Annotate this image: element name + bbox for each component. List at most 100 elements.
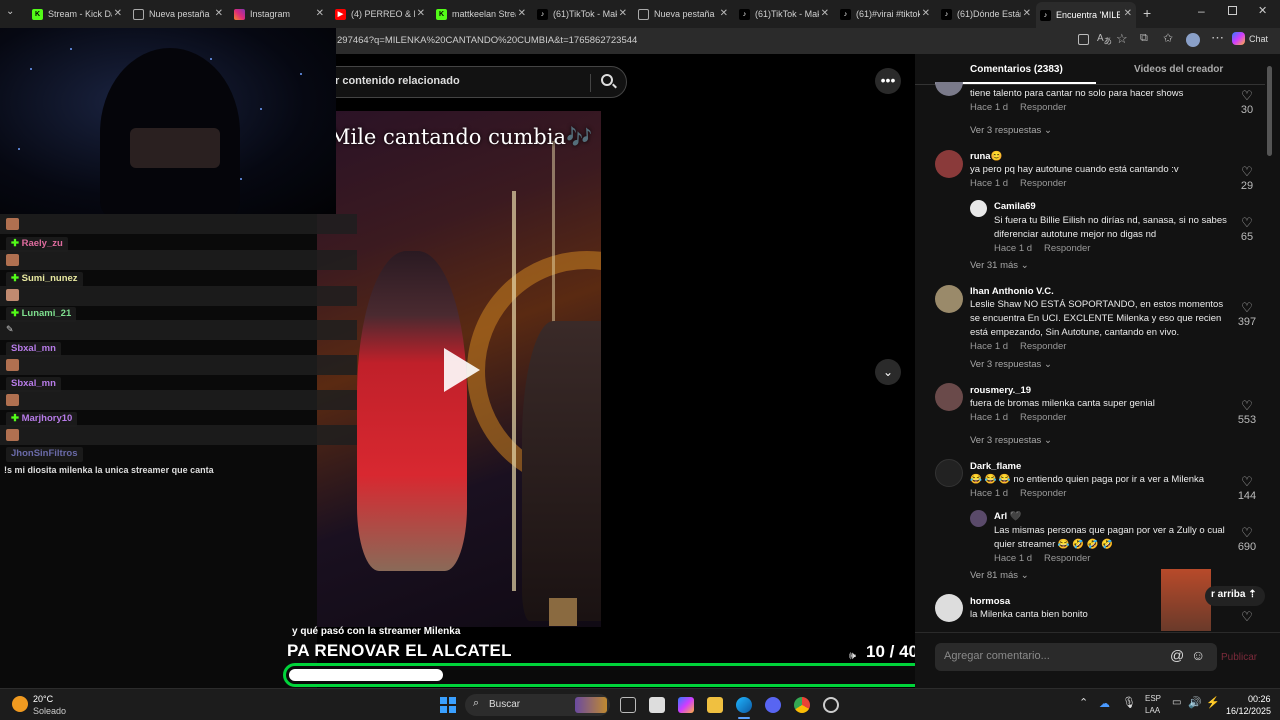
- avatar[interactable]: [970, 200, 987, 217]
- comment-author[interactable]: runa😊: [970, 151, 1002, 162]
- close-icon[interactable]: ✕: [1124, 8, 1132, 19]
- view-replies-button[interactable]: Ver 3 respuestas ⌄: [970, 125, 1052, 136]
- avatar[interactable]: [970, 510, 987, 527]
- reply-button[interactable]: Responder: [1020, 412, 1066, 423]
- close-window-button[interactable]: ✕: [1258, 4, 1267, 17]
- reply-button[interactable]: Responder: [1020, 341, 1066, 352]
- tab-4[interactable]: K mattkeelan Stream ✕: [436, 4, 526, 24]
- chrome-icon[interactable]: [794, 697, 810, 713]
- battery-icon[interactable]: ⚡: [1206, 696, 1220, 709]
- copilot-icon[interactable]: [678, 697, 694, 713]
- taskbar-search[interactable]: ⌕ Buscar: [465, 694, 610, 716]
- extensions-icon[interactable]: ⧉: [1140, 32, 1148, 45]
- tab-5[interactable]: ♪ (61)TikTok - Make ✕: [537, 4, 627, 24]
- tab-10-active[interactable]: ♪ Encuentra 'MILENKA ✕: [1036, 2, 1136, 28]
- avatar[interactable]: [935, 285, 963, 313]
- view-replies-button[interactable]: Ver 3 respuestas ⌄: [970, 435, 1052, 446]
- mention-icon[interactable]: @: [1170, 647, 1184, 663]
- like-button[interactable]: ♡: [1232, 610, 1262, 623]
- play-icon[interactable]: [444, 348, 480, 392]
- close-icon[interactable]: ✕: [518, 8, 526, 19]
- comment-input[interactable]: Agregar comentario... @ ☺: [935, 643, 1217, 671]
- chat-user[interactable]: JhonSinFiltros: [6, 447, 83, 462]
- volume-icon[interactable]: 🔊: [1188, 696, 1202, 709]
- comment-author[interactable]: Camila69: [994, 201, 1036, 212]
- clock-time[interactable]: 00:26: [1248, 694, 1271, 704]
- avatar[interactable]: [935, 150, 963, 178]
- new-tab-button[interactable]: +: [1143, 5, 1151, 21]
- more-menu-icon[interactable]: ⋯: [1211, 30, 1224, 46]
- onedrive-icon[interactable]: ☁: [1099, 697, 1110, 710]
- publish-button[interactable]: Publicar: [1221, 652, 1257, 663]
- scroll-to-top-button[interactable]: r arriba ⇡: [1205, 586, 1265, 606]
- comment-author[interactable]: Arl 🖤: [994, 511, 1022, 522]
- close-icon[interactable]: ✕: [821, 8, 829, 19]
- start-icon[interactable]: [440, 697, 456, 713]
- weather-icon[interactable]: [12, 696, 28, 712]
- like-button[interactable]: ♡ 397: [1232, 301, 1262, 328]
- more-options-button[interactable]: •••: [875, 68, 901, 94]
- reply-button[interactable]: Responder: [1020, 488, 1066, 499]
- translate-icon[interactable]: Aあ: [1097, 33, 1112, 47]
- avatar[interactable]: [935, 383, 963, 411]
- tab-6[interactable]: Nueva pestaña ✕: [638, 4, 728, 24]
- store-icon[interactable]: [649, 697, 665, 713]
- tab-9[interactable]: ♪ (61)Dónde Están ✕: [941, 4, 1031, 24]
- lang-1[interactable]: ESP: [1145, 694, 1161, 703]
- close-icon[interactable]: ✕: [922, 8, 930, 19]
- display-icon[interactable]: ▭: [1172, 697, 1181, 708]
- close-icon[interactable]: ✕: [619, 8, 627, 19]
- profile-avatar[interactable]: [1186, 33, 1200, 47]
- emoji-icon[interactable]: ☺: [1191, 647, 1205, 663]
- progress-bar[interactable]: [283, 663, 935, 687]
- mic-icon[interactable]: 🎙: [1122, 696, 1136, 709]
- tab-comments[interactable]: Comentarios (2383): [970, 64, 1063, 75]
- task-view-icon[interactable]: [620, 697, 636, 713]
- reply-button[interactable]: Responder: [1044, 243, 1090, 254]
- volume-icon[interactable]: 🕪: [849, 650, 856, 663]
- like-button[interactable]: ♡ 29: [1232, 165, 1262, 192]
- chevron-up-icon[interactable]: ⌃: [1079, 696, 1088, 709]
- open-in-app-icon[interactable]: [1078, 34, 1089, 45]
- file-explorer-icon[interactable]: [707, 697, 723, 713]
- collections-icon[interactable]: ✩: [1163, 31, 1173, 45]
- tab-list-button[interactable]: ⌄: [6, 6, 20, 20]
- close-icon[interactable]: ✕: [316, 8, 324, 19]
- reply-button[interactable]: Responder: [1020, 102, 1066, 113]
- minimize-button[interactable]: –: [1198, 4, 1205, 18]
- video-player[interactable]: Mile cantando cumbia🎶: [317, 111, 601, 627]
- search-bar[interactable]: r contenido relacionado: [317, 66, 627, 98]
- comment-author[interactable]: Dark_flame: [970, 461, 1021, 472]
- tab-1[interactable]: Nueva pestaña ✕: [133, 4, 223, 24]
- like-button[interactable]: ♡ 690: [1232, 526, 1262, 553]
- view-replies-button[interactable]: Ver 3 respuestas ⌄: [970, 359, 1052, 370]
- weather-temp[interactable]: 20°C: [33, 694, 53, 704]
- favorite-star-icon[interactable]: ☆: [1116, 31, 1128, 47]
- avatar[interactable]: [935, 459, 963, 487]
- discord-icon[interactable]: [765, 697, 781, 713]
- tab-2[interactable]: Instagram ✕: [234, 4, 324, 24]
- reply-button[interactable]: Responder: [1020, 178, 1066, 189]
- tab-0[interactable]: K Stream - Kick Dash ✕: [32, 4, 122, 24]
- reply-button[interactable]: Responder: [1044, 553, 1090, 564]
- close-icon[interactable]: ✕: [720, 8, 728, 19]
- close-icon[interactable]: ✕: [215, 8, 223, 19]
- maximize-button[interactable]: [1228, 6, 1237, 15]
- edge-icon[interactable]: [736, 697, 752, 713]
- comment-author[interactable]: Ihan Anthonio V.C.: [970, 286, 1054, 297]
- comment-author[interactable]: hormosa: [970, 596, 1010, 607]
- close-icon[interactable]: ✕: [417, 8, 425, 19]
- like-button[interactable]: ♡ 65: [1232, 216, 1262, 243]
- comment-author[interactable]: rousmery._19: [970, 385, 1031, 396]
- app-icon[interactable]: [823, 697, 839, 713]
- url-text[interactable]: 297464?q=MILENKA%20CANTANDO%20CUMBIA&t=1…: [337, 35, 637, 46]
- like-button[interactable]: ♡ 553: [1232, 399, 1262, 426]
- like-button[interactable]: ♡ 30: [1232, 89, 1262, 116]
- tab-7[interactable]: ♪ (61)TikTok - Make ✕: [739, 4, 829, 24]
- chat-user[interactable]: ✚ Sumi_nunez: [6, 272, 83, 287]
- view-replies-button[interactable]: Ver 31 más ⌄: [970, 260, 1029, 271]
- close-icon[interactable]: ✕: [114, 8, 122, 19]
- view-replies-button[interactable]: Ver 81 más ⌄: [970, 570, 1029, 581]
- tab-8[interactable]: ♪ (61)#virai #tiktok ✕: [840, 4, 930, 24]
- tab-creator-videos[interactable]: Videos del creador: [1134, 64, 1223, 75]
